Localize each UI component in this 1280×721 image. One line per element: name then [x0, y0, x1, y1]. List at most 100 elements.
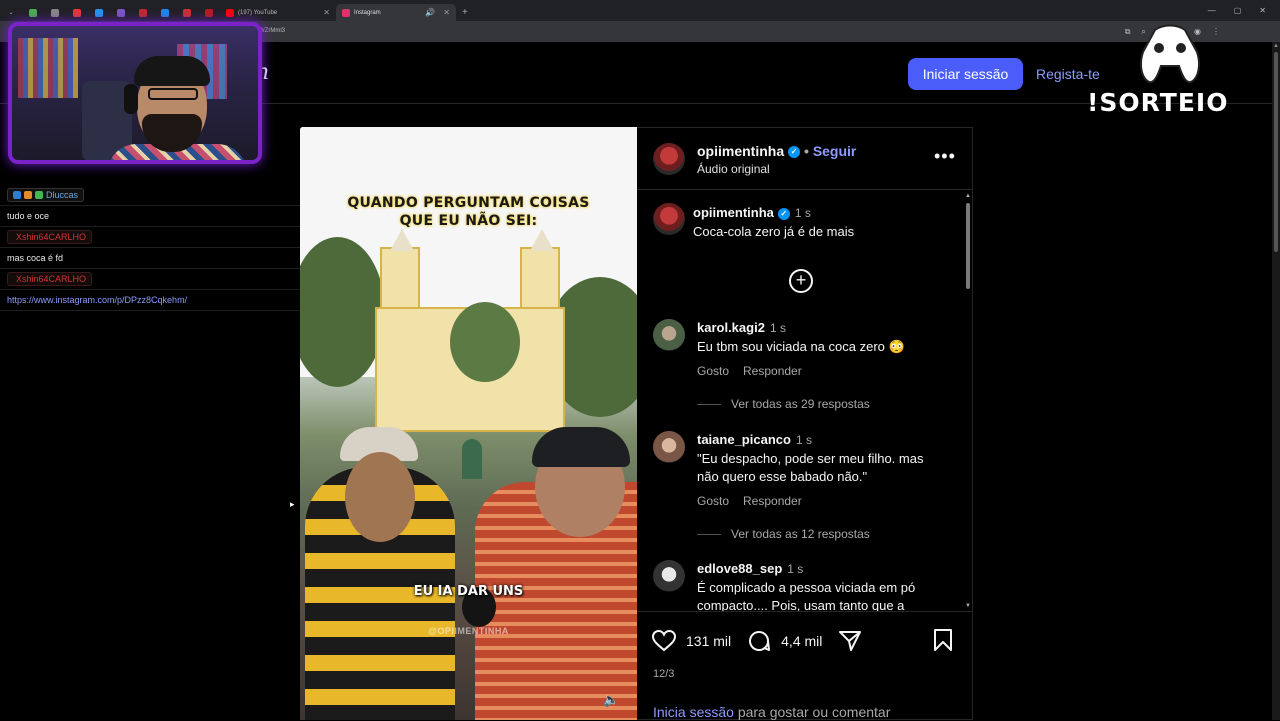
- youtube-favicon-icon: [226, 8, 234, 17]
- load-more-comments-icon[interactable]: +: [789, 269, 813, 293]
- commenter-avatar[interactable]: [653, 431, 685, 463]
- author-avatar[interactable]: [653, 203, 685, 235]
- heart-icon[interactable]: [652, 630, 676, 652]
- likes-count: 131 mil: [686, 633, 732, 649]
- close-window-icon[interactable]: ✕: [1259, 6, 1266, 15]
- view-replies-label: Ver todas as 12 respostas: [731, 527, 870, 541]
- video-caption-top: QUANDO PERGUNTAM COISAS QUE EU NÃO SEI:: [347, 195, 590, 229]
- maximize-icon[interactable]: ▢: [1234, 6, 1242, 15]
- stream-chat: Dluccas tudo e oce Xshin64CARLHO mas coc…: [0, 185, 300, 311]
- reply-comment-button[interactable]: Responder: [743, 364, 802, 378]
- browser-tab[interactable]: [66, 4, 88, 21]
- browser-tab[interactable]: [44, 4, 66, 21]
- author-username[interactable]: opiimentinha: [697, 143, 784, 159]
- instagram-favicon-icon: [342, 8, 350, 17]
- view-replies-button[interactable]: Ver todas as 29 respostas: [697, 397, 870, 411]
- giveaway-overlay: !SORTEIO: [1087, 88, 1229, 117]
- post-author-row: opiimentinha ✓ • Seguir: [697, 143, 856, 159]
- browser-tab[interactable]: [198, 4, 220, 21]
- login-button[interactable]: Iniciar sessão: [908, 58, 1023, 90]
- login-prompt: Inicia sessão para gostar ou comentar: [653, 704, 890, 720]
- chat-username: Xshin64CARLHO: [7, 230, 93, 244]
- like-comment-button[interactable]: Gosto: [697, 364, 729, 378]
- close-tab-icon[interactable]: ✕: [323, 8, 330, 17]
- scroll-up-icon[interactable]: ▲: [965, 193, 971, 199]
- author-avatar[interactable]: [653, 143, 685, 175]
- webcam-hair: [134, 56, 210, 86]
- tab-favicon-icon: [51, 8, 59, 17]
- scroll-down-icon[interactable]: ▼: [965, 603, 971, 609]
- cast-icon[interactable]: ⧉: [1125, 27, 1131, 37]
- tab-list-button[interactable]: ⌄: [0, 4, 22, 21]
- minimize-icon[interactable]: —: [1208, 6, 1216, 15]
- new-tab-button[interactable]: +: [456, 7, 474, 18]
- chat-badge-icon: [13, 191, 21, 199]
- comment-time: 1 s: [769, 321, 786, 335]
- menu-icon[interactable]: ⋮: [1212, 27, 1220, 37]
- scrollbar-thumb[interactable]: [966, 203, 970, 289]
- comment-actions: Gosto Responder: [697, 494, 802, 508]
- verified-icon: ✓: [788, 146, 801, 159]
- scroll-up-icon[interactable]: ▲: [1273, 43, 1279, 49]
- chevron-down-icon: ⌄: [8, 10, 14, 16]
- audio-tab-icon[interactable]: 🔊: [425, 8, 435, 17]
- signup-link[interactable]: Regista-te: [1036, 66, 1100, 82]
- browser-tab[interactable]: [88, 4, 110, 21]
- chat-user-badge: Dluccas: [7, 188, 85, 202]
- close-tab-icon[interactable]: ✕: [443, 8, 450, 17]
- comment-username[interactable]: karol.kagi2: [697, 320, 765, 335]
- chat-username: Dluccas: [46, 190, 79, 200]
- webcam-shelf: [18, 38, 78, 98]
- reply-comment-button[interactable]: Responder: [743, 494, 802, 508]
- window-controls: — ▢ ✕: [1208, 6, 1280, 15]
- post-actions: 131 mil 4,4 mil: [652, 629, 862, 653]
- caption-author[interactable]: opiimentinha: [693, 205, 774, 220]
- browser-tab[interactable]: [154, 4, 176, 21]
- browser-tab[interactable]: [22, 4, 44, 21]
- mute-icon[interactable]: 🔈: [603, 692, 619, 708]
- verified-icon: ✓: [777, 207, 790, 220]
- comment-time: 1 s: [795, 433, 812, 447]
- tab-favicon-icon: [29, 8, 37, 17]
- browser-tab[interactable]: [110, 4, 132, 21]
- page-scrollbar-thumb[interactable]: [1274, 52, 1278, 252]
- comment-actions: Gosto Responder: [697, 364, 802, 378]
- comment-author-row: edlove88_sep 1 s: [697, 561, 803, 576]
- tab-instagram[interactable]: Instagram 🔊 ✕: [336, 4, 456, 21]
- commenter-avatar[interactable]: [653, 560, 685, 592]
- comments-scrollbar[interactable]: ▲ ▼: [965, 193, 971, 611]
- follow-button[interactable]: Seguir: [813, 143, 857, 159]
- tab-favicon-icon: [161, 8, 169, 17]
- streamer-webcam: [8, 22, 262, 164]
- tab-favicon-icon: [183, 8, 191, 17]
- login-prompt-text: para gostar ou comentar: [733, 704, 891, 720]
- bookmark-icon[interactable]: [933, 629, 953, 656]
- comment-username[interactable]: taiane_picanco: [697, 432, 791, 447]
- chat-badge-icon: [24, 191, 32, 199]
- comment-author-row: karol.kagi2 1 s: [697, 320, 786, 335]
- login-prompt-link[interactable]: Inicia sessão: [653, 704, 734, 720]
- more-options-icon[interactable]: •••: [934, 146, 956, 167]
- page-scrollbar[interactable]: ▲: [1272, 42, 1280, 720]
- comment-username[interactable]: edlove88_sep: [697, 561, 782, 576]
- caption-text: Coca-cola zero já é de mais: [693, 224, 855, 239]
- commenter-avatar[interactable]: [653, 319, 685, 351]
- like-comment-button[interactable]: Gosto: [697, 494, 729, 508]
- headset-icon: [124, 84, 138, 114]
- tab-favicon-icon: [117, 8, 125, 17]
- video-watermark: @OPIIMENTINHA: [428, 626, 509, 636]
- share-icon[interactable]: [838, 630, 862, 652]
- chat-message: https://www.instagram.com/p/DPzz8Cqkehm/: [0, 290, 300, 311]
- caption-author-row: opiimentinha ✓ 1 s: [693, 205, 811, 220]
- comment-icon[interactable]: [747, 629, 771, 653]
- tab-favicon-icon: [205, 8, 213, 17]
- separator-dot: •: [804, 143, 809, 159]
- caption-time: 1 s: [794, 206, 811, 220]
- reel-video[interactable]: QUANDO PERGUNTAM COISAS QUE EU NÃO SEI: …: [300, 127, 637, 720]
- browser-tab[interactable]: [132, 4, 154, 21]
- tab-youtube[interactable]: (197) YouTube ✕: [220, 4, 336, 21]
- audio-label[interactable]: Áudio original: [697, 162, 770, 176]
- view-replies-button[interactable]: Ver todas as 12 respostas: [697, 527, 870, 541]
- comment-time: 1 s: [787, 562, 804, 576]
- browser-tab[interactable]: [176, 4, 198, 21]
